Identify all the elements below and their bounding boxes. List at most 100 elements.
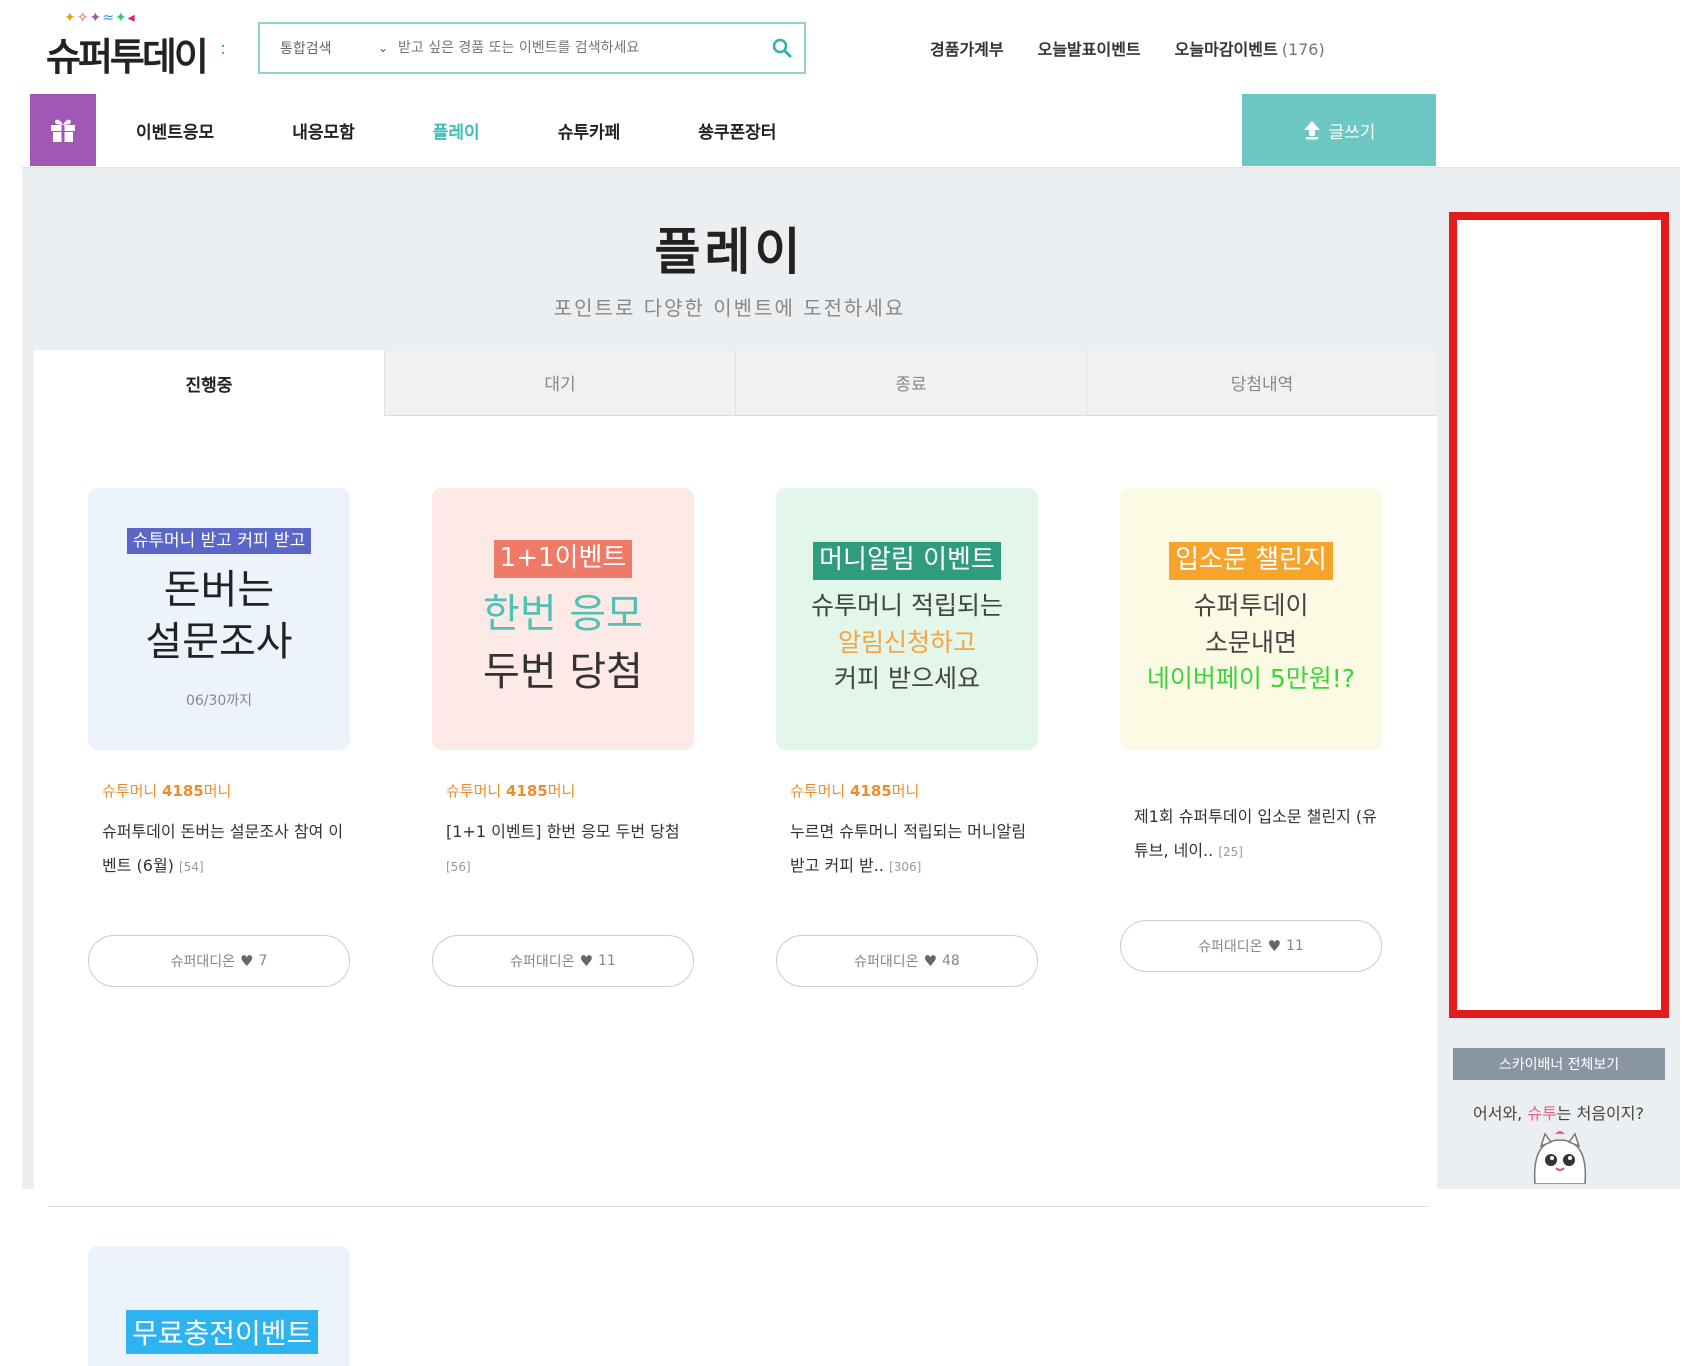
page-subtitle: 포인트로 다양한 이벤트에 도전하세요 [553,296,906,320]
status-tabs: 진행중 대기 종료 당첨내역 [34,350,1437,416]
comment-count: [56] [446,860,471,874]
site-logo[interactable]: ✦✧✦≈✦◂ 슈퍼투데이 : [34,8,234,79]
skybanner-view-all-button[interactable]: 스카이배너 전체보기 [1453,1048,1665,1080]
thumb-line: 네이버페이 5만원!? [1146,664,1356,694]
cheer-button[interactable]: 슈퍼대디온 ♥ 11 [1120,920,1382,972]
write-button[interactable]: 글쓰기 [1242,94,1436,166]
tab-ended[interactable]: 종료 [735,350,1086,416]
thumb-tag: 머니알림 이벤트 [813,542,1001,581]
logo-text: 슈퍼투데이 [46,35,209,79]
heart-icon: ♥ [579,952,594,970]
cheer-count: 7 [258,953,268,969]
link-today-closing-label: 오늘마감이벤트 [1174,40,1278,59]
event-title-text: 제1회 슈퍼투데이 입소문 챌린지 (유튜브, 네이.. [1134,807,1377,860]
main-nav: 이벤트응모 내응모함 플레이 슈투카페 쑝쿠폰장터 글쓰기 [22,94,1680,168]
nav-item-shootu-cafe[interactable]: 슈투카페 [558,118,621,143]
link-today-closing[interactable]: 오늘마감이벤트 (176) [1175,36,1325,60]
thumb-line: 설문조사 [145,619,293,666]
thumb-line: 커피 받으세요 [834,664,980,694]
thumb-line: 한번 응모 [483,590,643,637]
nav-item-coupon-market[interactable]: 쑝쿠폰장터 [698,118,776,143]
mascot-icon[interactable] [1529,1128,1591,1184]
write-button-label: 글쓰기 [1328,122,1376,143]
event-card[interactable]: 슈투머니 받고 커피 받고 돈버는 설문조사 06/30까지 슈투머니 4185… [88,488,350,987]
search-button[interactable] [760,24,804,72]
cheer-button[interactable]: 슈퍼대디온 ♥ 7 [88,935,350,987]
cheer-label: 슈퍼대디온 [1198,939,1263,955]
upload-arrow-icon [1303,121,1320,140]
nav-item-event-apply[interactable]: 이벤트응모 [136,118,214,143]
event-card[interactable]: 1+1이벤트 한번 응모 두번 당첨 슈투머니 4185머니 [1+1 이벤트]… [432,488,694,987]
reward-amount: 4185 [505,782,548,800]
comment-count: [54] [179,860,204,874]
reward-unit: 머니 [203,782,232,800]
chevron-down-icon[interactable]: ⌄ [378,41,398,55]
search-scope-select[interactable]: 통합검색 [260,38,378,58]
link-prize-ledger[interactable]: 경품가계부 [930,36,1004,60]
gift-icon [51,119,75,142]
reward-amount: 4185 [849,782,892,800]
top-links: 경품가계부 오늘발표이벤트 오늘마감이벤트 (176) [930,36,1359,60]
reward-meta: 슈투머니 4185머니 [88,780,350,801]
event-card[interactable]: 머니알림 이벤트 슈투머니 적립되는 알림신청하고 커피 받으세요 슈투머니 4… [776,488,1038,987]
event-title[interactable]: 제1회 슈퍼투데이 입소문 챌린지 (유튜브, 네이.. [25] [1120,800,1382,870]
thumb-line: 슈퍼투데이 [1193,591,1309,621]
thumb-tag: 무료충전이벤트 [126,1310,319,1354]
cheer-count: 11 [598,953,616,969]
nav-item-my-entries[interactable]: 내응모함 [292,118,355,143]
cheer-button[interactable]: 슈퍼대디온 ♥ 48 [776,935,1038,987]
search-bar: 통합검색 ⌄ [258,22,806,74]
heart-icon: ♥ [1267,937,1282,955]
reward-amount: 4185 [161,782,204,800]
thumb-line: 두번 당첨 [483,648,643,695]
comment-count: [25] [1218,845,1243,859]
skybanner-ad-slot[interactable] [1449,212,1669,1018]
event-card[interactable]: 입소문 챌린지 슈퍼투데이 소문내면 네이버페이 5만원!? 제1회 슈퍼투데이… [1120,488,1382,987]
heart-icon: ♥ [923,952,938,970]
event-title-text: [1+1 이벤트] 한번 응모 두번 당첨 [446,822,680,841]
section-divider [48,1206,1428,1207]
reward-currency: 슈투머니 [790,782,846,800]
tab-waiting[interactable]: 대기 [384,350,735,416]
tab-winners[interactable]: 당첨내역 [1086,350,1437,416]
event-cards: 슈투머니 받고 커피 받고 돈버는 설문조사 06/30까지 슈투머니 4185… [88,488,1464,987]
thumb-date: 06/30까지 [185,693,253,710]
search-icon [772,38,792,58]
reward-unit: 머니 [547,782,576,800]
welcome-prefix: 어서와, [1473,1104,1523,1123]
nav-item-play[interactable]: 플레이 [433,118,480,143]
cheer-count: 48 [942,953,960,969]
event-title[interactable]: [1+1 이벤트] 한번 응모 두번 당첨 [56] [432,815,694,885]
reward-currency: 슈투머니 [102,782,158,800]
tab-ongoing[interactable]: 진행중 [34,350,384,416]
logo-dots-icon: : [220,38,227,59]
thumb-tag: 슈투머니 받고 커피 받고 [126,527,312,555]
confetti-decoration: ✦✧✦≈✦◂ [64,10,136,26]
event-thumbnail[interactable]: 슈투머니 받고 커피 받고 돈버는 설문조사 06/30까지 [88,488,350,750]
event-title[interactable]: 누르면 슈투머니 적립되는 머니알림 받고 커피 받.. [306] [776,815,1038,885]
heart-icon: ♥ [240,952,254,970]
welcome-highlight: 슈투 [1527,1104,1557,1123]
cheer-label: 슈퍼대디온 [510,954,575,970]
thumb-tag: 입소문 챌린지 [1169,542,1333,581]
right-sidebar: 스카이배너 전체보기 어서와, 슈투는 처음이지? [1437,168,1680,1189]
thumb-line: 슈투머니 적립되는 [811,591,1003,621]
event-thumbnail[interactable]: 입소문 챌린지 슈퍼투데이 소문내면 네이버페이 5만원!? [1120,488,1382,750]
event-thumbnail[interactable]: 무료충전이벤트 [88,1246,350,1366]
reward-currency: 슈투머니 [446,782,502,800]
thumb-line: 알림신청하고 [837,627,976,657]
reward-unit: 머니 [891,782,920,800]
link-today-announce[interactable]: 오늘발표이벤트 [1038,36,1141,60]
thumb-line: 소문내면 [1204,627,1297,657]
cheer-count: 11 [1286,938,1304,954]
cheer-button[interactable]: 슈퍼대디온 ♥ 11 [432,935,694,987]
gift-button[interactable] [30,94,96,166]
event-thumbnail[interactable]: 1+1이벤트 한번 응모 두번 당첨 [432,488,694,750]
welcome-message: 어서와, 슈투는 처음이지? [1437,1100,1680,1124]
reward-meta: 슈투머니 4185머니 [776,780,1038,801]
search-input[interactable] [398,40,760,56]
closing-count: (176) [1281,40,1325,59]
event-title[interactable]: 슈퍼투데이 돈버는 설문조사 참여 이벤트 (6월) [54] [88,815,350,885]
event-thumbnail[interactable]: 머니알림 이벤트 슈투머니 적립되는 알림신청하고 커피 받으세요 [776,488,1038,750]
page-title: 플레이 [654,223,805,281]
